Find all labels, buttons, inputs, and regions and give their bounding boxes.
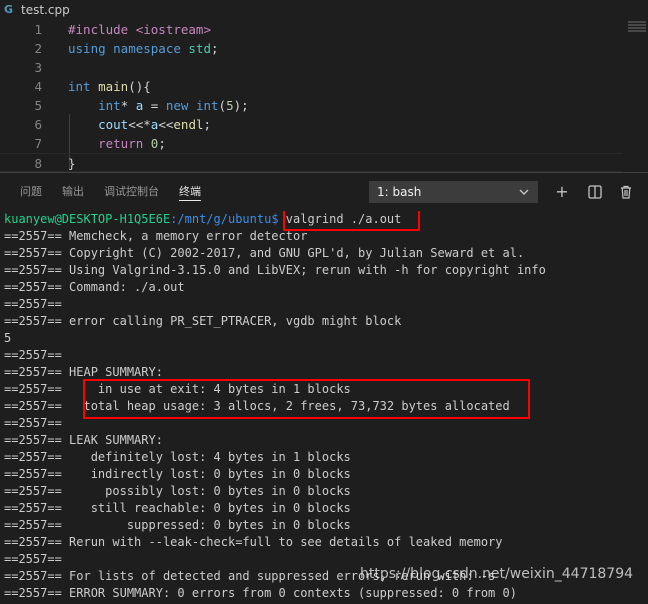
line-number: 2 (34, 41, 42, 56)
code-line[interactable]: 8} (0, 153, 622, 172)
code-text: } (68, 154, 76, 172)
tab-debug-console[interactable]: 调试控制台 (104, 183, 159, 201)
tab-problems[interactable]: 问题 (20, 183, 42, 201)
code-line[interactable]: 6 cout<<*a<<endl; (0, 115, 622, 134)
terminal-output-line: ==2557== (4, 348, 62, 362)
terminal-output-line: ==2557== Using Valgrind-3.15.0 and LibVE… (4, 263, 546, 277)
prompt-path: :/mnt/g/ubuntu$ (170, 212, 279, 226)
code-token: int (68, 79, 91, 94)
terminal-output-line: ==2557== (4, 552, 62, 566)
tab-test-cpp[interactable]: G test.cpp (0, 0, 78, 20)
terminal-output-line: ==2557== still reachable: 0 bytes in 0 b… (4, 501, 351, 515)
terminal-output-line: ==2557== suppressed: 0 bytes in 0 blocks (4, 518, 351, 532)
line-number: 6 (34, 117, 42, 132)
terminal-output-line: ==2557== Rerun with --leak-check=full to… (4, 535, 503, 549)
code-text: int* a = new int(5); (68, 96, 249, 115)
code-token: * (120, 98, 136, 113)
panel-tab-bar: 问题 输出 调试控制台 终端 1: bash + (0, 173, 648, 211)
code-token: int (195, 98, 219, 113)
code-line[interactable]: 7 return 0; (0, 134, 622, 153)
code-token: endl (173, 117, 204, 132)
line-number: 7 (34, 136, 42, 151)
code-text: int main(){ (68, 77, 151, 96)
add-terminal-icon[interactable]: + (552, 181, 572, 203)
terminal-output-line: ==2557== Copyright (C) 2002-2017, and GN… (4, 246, 525, 260)
line-number: 1 (34, 22, 42, 37)
terminal-output-line: ==2557== LEAK SUMMARY: (4, 433, 163, 447)
code-token: std (188, 41, 211, 56)
terminal-output-line: ==2557== (4, 416, 62, 430)
code-line[interactable]: 5 int* a = new int(5); (0, 96, 622, 115)
code-token: = (143, 98, 166, 113)
chevron-down-icon (518, 181, 530, 210)
code-token: cout (98, 117, 129, 132)
minimap[interactable] (628, 20, 646, 40)
terminal-output-line: ==2557== indirectly lost: 0 bytes in 0 b… (4, 467, 351, 481)
terminal-output-line: ==2557== Memcheck, a memory error detect… (4, 229, 308, 243)
terminal-output-line: ==2557== definitely lost: 4 bytes in 1 b… (4, 450, 351, 464)
code-token: main (98, 79, 129, 94)
terminal[interactable]: kuanyew@DESKTOP-H1Q5E6E:/mnt/g/ubuntu$ v… (0, 211, 648, 604)
code-token: } (68, 156, 76, 171)
code-text: return 0; (68, 134, 166, 153)
code-token: 5 (226, 98, 234, 113)
code-token: new (165, 98, 189, 113)
code-line[interactable]: 2 using namespace std; (0, 39, 622, 58)
terminal-output-line: ==2557== (4, 297, 62, 311)
terminal-output-line: ==2557== Command: ./a.out (4, 280, 185, 294)
prompt-user: kuanyew@DESKTOP-H1Q5E6E (4, 212, 171, 226)
line-number: 4 (34, 79, 42, 94)
terminal-output-line: ==2557== ERROR SUMMARY: 0 errors from 0 … (4, 586, 517, 600)
terminal-output-line: ==2557== error calling PR_SET_PTRACER, v… (4, 314, 402, 328)
code-token: #include <iostream> (68, 22, 211, 37)
code-token: (){ (128, 79, 151, 94)
code-token: ; (211, 41, 219, 56)
line-number: 8 (34, 156, 42, 171)
split-icon[interactable] (585, 181, 605, 203)
trash-icon[interactable] (616, 181, 636, 203)
code-token: int (98, 98, 121, 113)
code-token: << (158, 117, 174, 132)
code-token: ; (158, 136, 166, 151)
code-token: ( (218, 98, 227, 113)
code-token: using namespace (68, 41, 181, 56)
command-highlight-box (283, 211, 420, 231)
terminal-output-line: ==2557== possibly lost: 0 bytes in 0 blo… (4, 484, 351, 498)
code-text: cout<<*a<<endl; (68, 115, 211, 134)
line-number: 3 (34, 60, 42, 75)
tab-label: test.cpp (21, 3, 70, 17)
code-line[interactable]: 4 int main(){ (0, 77, 622, 96)
code-text: #include <iostream> (68, 20, 211, 39)
tab-terminal[interactable]: 终端 (179, 183, 201, 201)
terminal-select-value: 1: bash (377, 185, 422, 199)
watermark: https://blog.csdn.net/weixin_44718794 (360, 566, 634, 582)
code-editor[interactable]: 1 #include <iostream> 2 using namespace std… (0, 20, 648, 172)
terminal-output-line: 5 (4, 331, 12, 345)
line-number: 5 (34, 98, 42, 113)
tab-output[interactable]: 输出 (62, 183, 84, 201)
terminal-select-dropdown[interactable]: 1: bash (369, 181, 538, 203)
code-token: <<* (128, 117, 151, 132)
cpp-file-icon: G (4, 3, 14, 16)
code-line[interactable]: 3 (0, 58, 622, 77)
bottom-panel: 问题 输出 调试控制台 终端 1: bash + kuanyew@DESKTOP… (0, 172, 648, 604)
code-token: ; (203, 117, 212, 132)
code-token: ); (233, 98, 249, 113)
code-text: using namespace std; (68, 39, 219, 58)
code-token: return (98, 136, 144, 151)
editor-tab-bar: G test.cpp (0, 0, 648, 20)
heap-summary-highlight-box (83, 379, 530, 419)
code-line[interactable]: 1 #include <iostream> (0, 20, 622, 39)
